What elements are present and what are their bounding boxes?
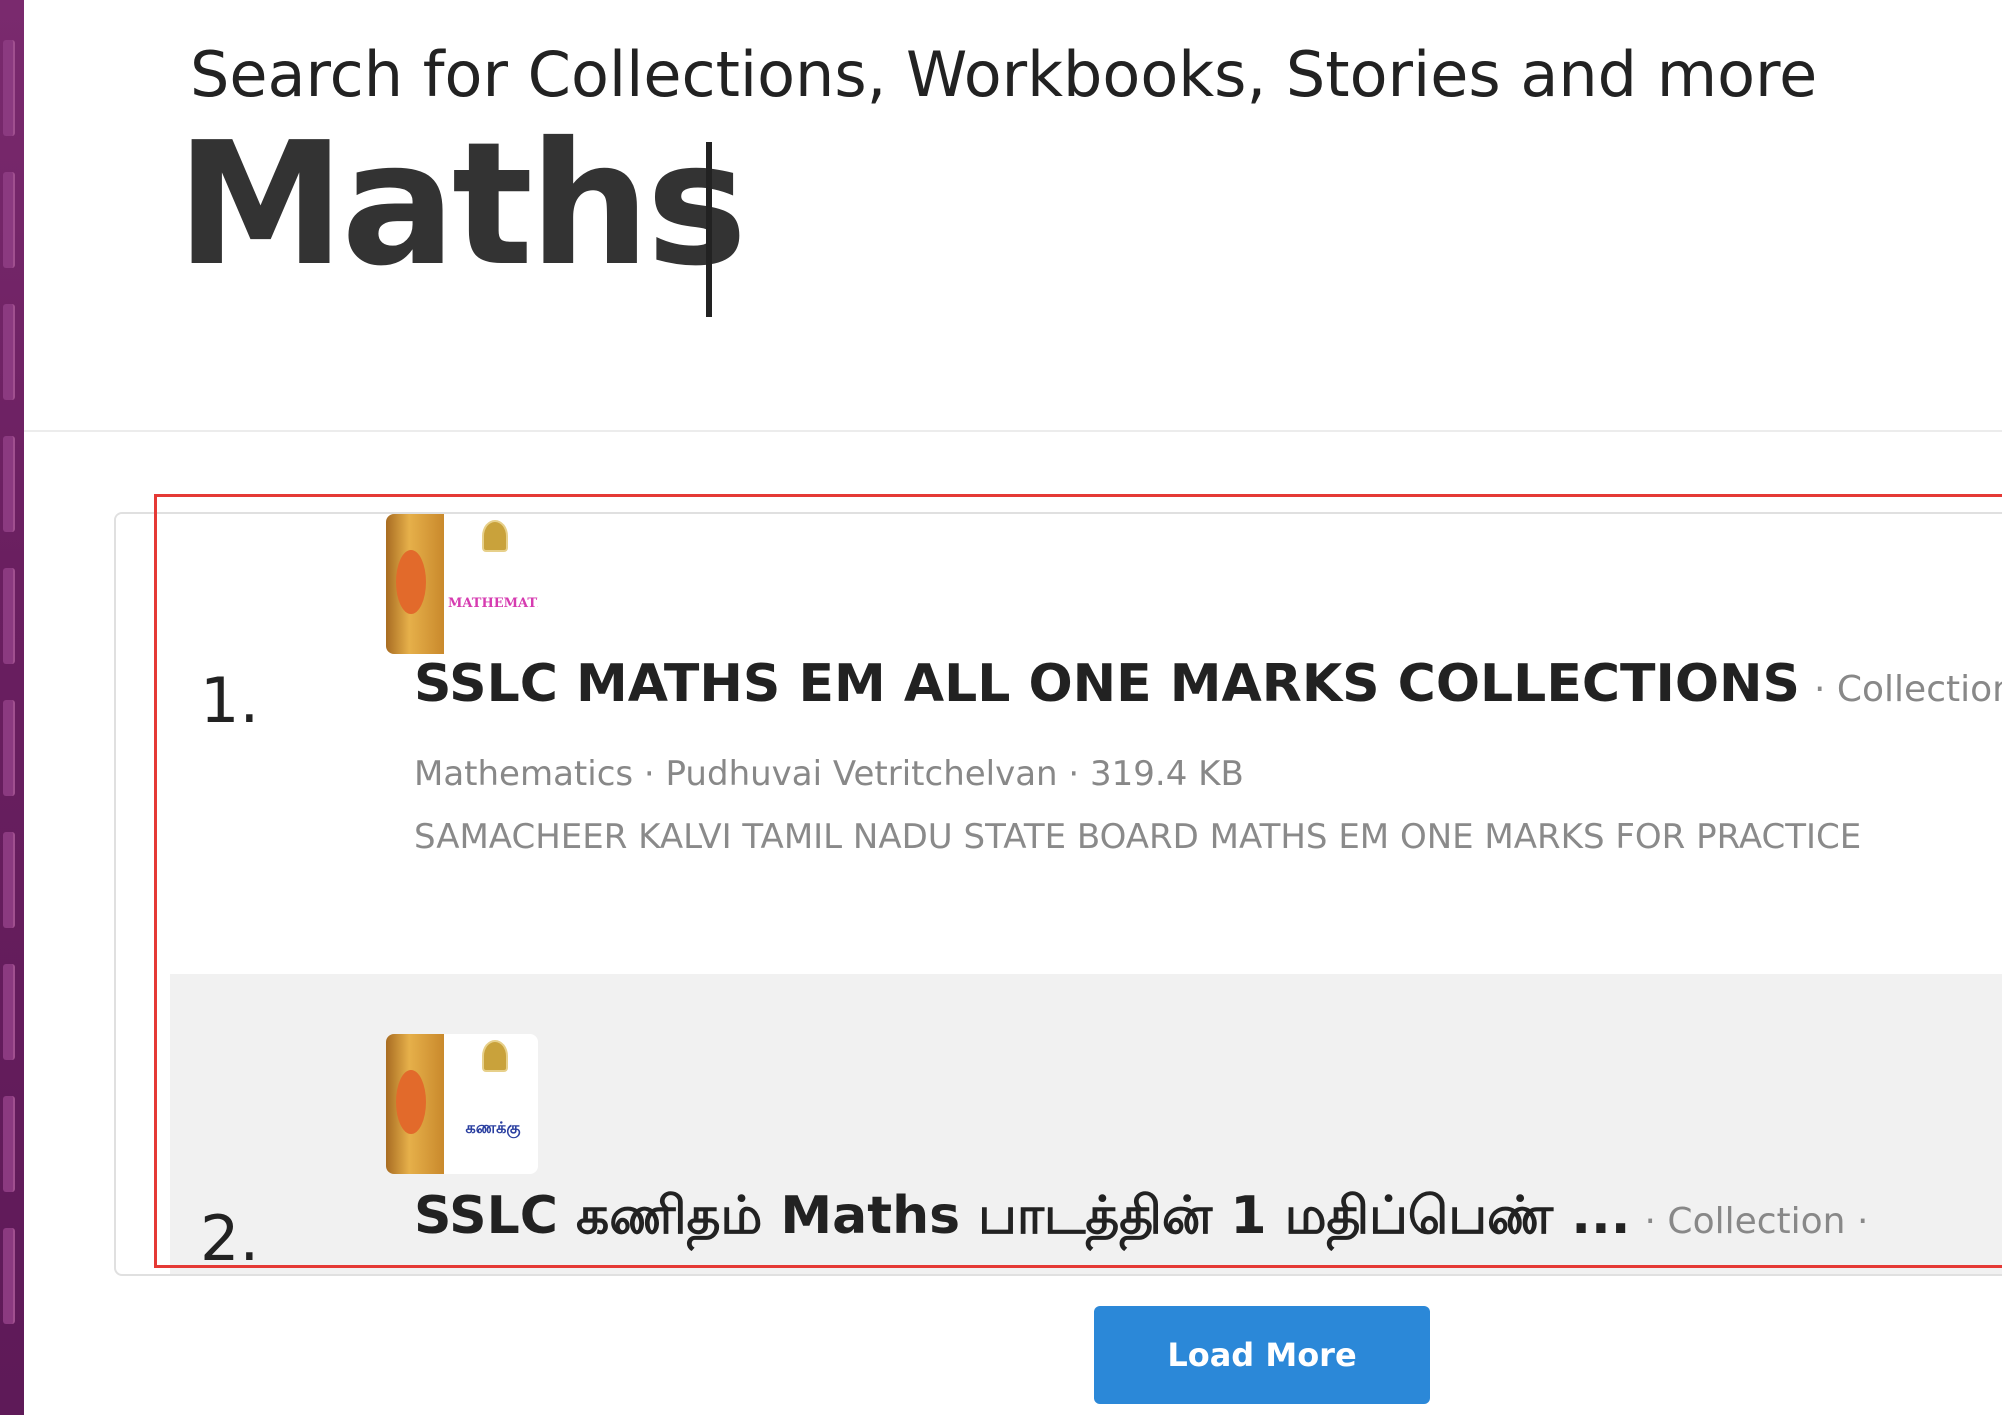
result-item[interactable]: MATHEMATICS 1. SSLC MATHS EM ALL ONE MAR… [116,514,2002,974]
result-description: SAMACHEER KALVI TAMIL NADU STATE BOARD M… [414,817,1862,857]
emblem-icon [482,1040,508,1072]
result-title-row[interactable]: SSLC MATHS EM ALL ONE MARKS COLLECTIONS … [414,654,2002,714]
result-title[interactable]: SSLC MATHS EM ALL ONE MARKS COLLECTIONS [414,654,1800,714]
emblem-icon [482,520,508,552]
load-more-button[interactable]: Load More [1094,1306,1430,1404]
result-meta: Mathematics · Pudhuvai Vetritchelvan · 3… [414,754,1244,794]
search-input[interactable]: Maths [176,120,747,290]
text-caret [706,142,712,317]
cover-art [386,514,444,654]
result-index: 1. [200,664,260,737]
sidebar-tile[interactable] [3,40,15,136]
result-item[interactable]: கணக்கு 2. SSLC கணிதம் Maths பாடத்தின் 1 … [170,974,2002,1274]
thumbnail-title: கணக்கு [465,1118,521,1137]
sidebar-tile[interactable] [3,1228,15,1324]
app-sidebar-strip [0,0,24,1415]
divider [24,430,2002,432]
sidebar-tile[interactable] [3,568,15,664]
result-title-row[interactable]: SSLC கணிதம் Maths பாடத்தின் 1 மதிப்பெண் … [414,1186,1868,1253]
result-thumbnail[interactable]: MATHEMATICS [386,514,538,654]
sidebar-tile[interactable] [3,832,15,928]
sidebar-tile[interactable] [3,964,15,1060]
search-label: Search for Collections, Workbooks, Stori… [190,38,1818,111]
sidebar-tile[interactable] [3,436,15,532]
result-title[interactable]: SSLC கணிதம் Maths பாடத்தின் 1 மதிப்பெண் … [414,1186,1631,1253]
search-area[interactable]: Search for Collections, Workbooks, Stori… [24,0,2002,432]
thumbnail-title: MATHEMATICS [448,596,538,611]
cover-art [386,1034,444,1174]
sidebar-tile[interactable] [3,172,15,268]
result-type: · Collection · [1644,1201,1869,1242]
sidebar-tile[interactable] [3,1096,15,1192]
sidebar-tile[interactable] [3,700,15,796]
sidebar-tile[interactable] [3,304,15,400]
result-index: 2. [200,1202,260,1275]
result-thumbnail[interactable]: கணக்கு [386,1034,538,1174]
results-list: MATHEMATICS 1. SSLC MATHS EM ALL ONE MAR… [114,512,2002,1276]
result-type: · Collection [1814,669,2002,710]
